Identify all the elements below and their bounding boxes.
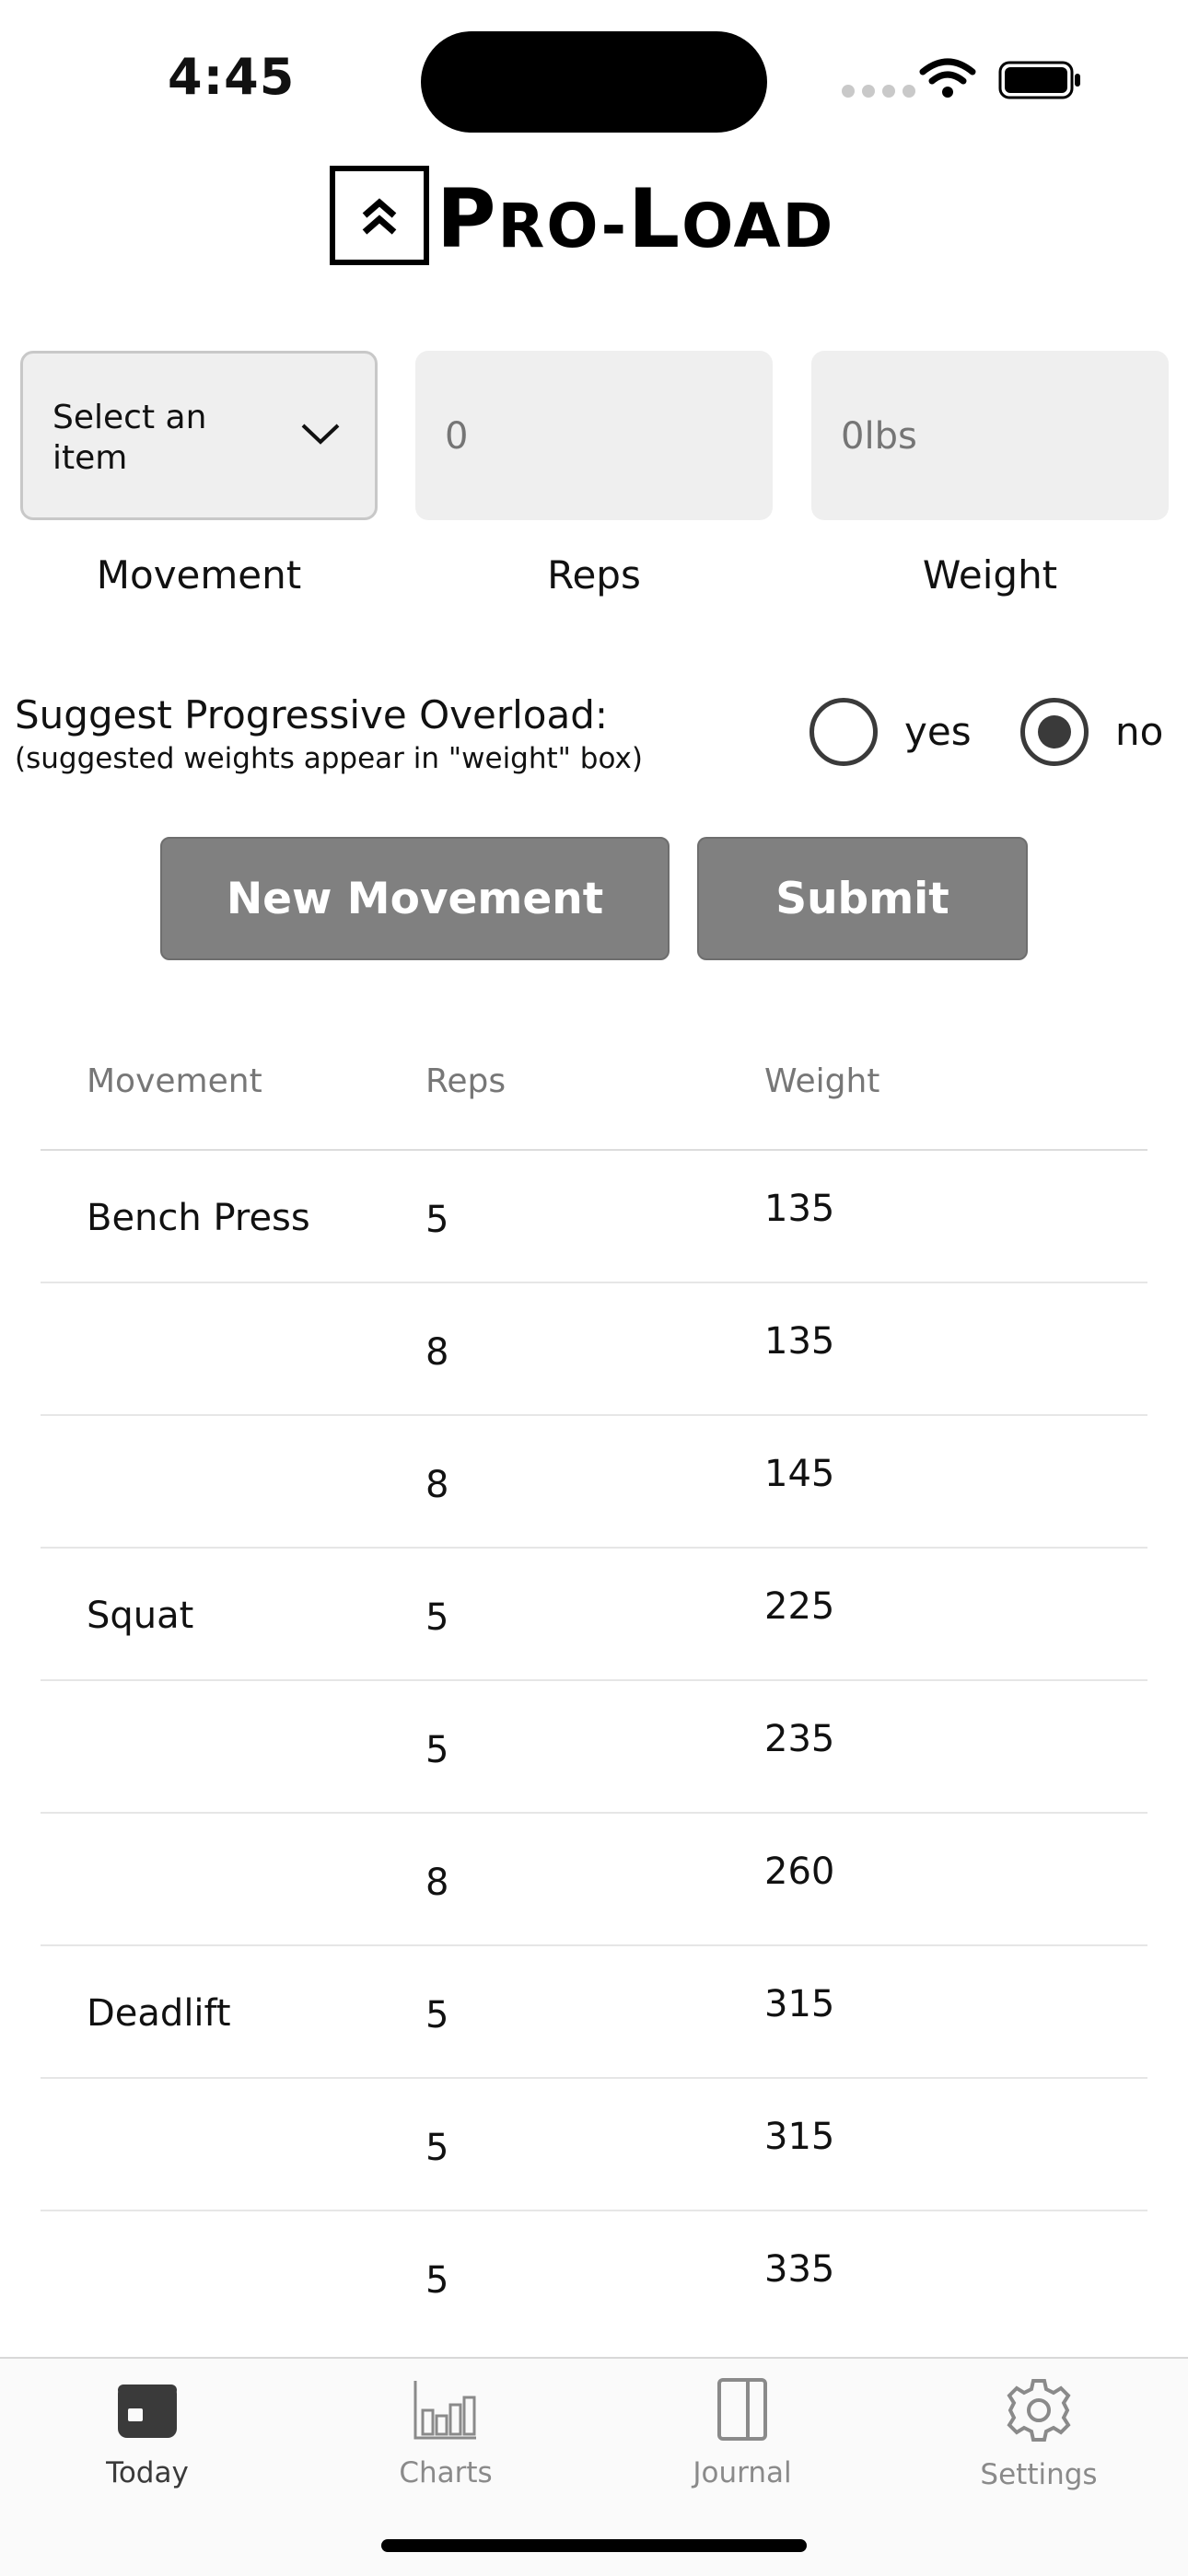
table-row: 5 235 xyxy=(41,1681,1147,1814)
weight-label: Weight xyxy=(922,552,1058,598)
row-weight: 135 xyxy=(764,1188,835,1230)
row-weight: 335 xyxy=(764,2248,835,2291)
table-row: 5 335 xyxy=(41,2211,1147,2342)
battery-icon xyxy=(998,61,1080,99)
tab-journal[interactable]: Journal xyxy=(623,2377,862,2489)
row-reps: 5 xyxy=(425,1994,449,2036)
app-logo-text: PRO-LOAD xyxy=(437,171,835,266)
header-weight: Weight xyxy=(764,1062,880,1100)
tab-charts-label: Charts xyxy=(399,2456,493,2489)
tab-today[interactable]: Today xyxy=(28,2377,267,2489)
submit-button[interactable]: Submit xyxy=(697,837,1028,960)
row-movement: Bench Press xyxy=(87,1197,310,1239)
row-weight: 225 xyxy=(764,1585,835,1628)
weight-input[interactable] xyxy=(839,351,1137,522)
header-movement: Movement xyxy=(87,1062,262,1100)
movement-select-value: Select an item xyxy=(52,399,207,477)
table-row: 8 135 xyxy=(41,1283,1147,1416)
overload-title: Suggest Progressive Overload: xyxy=(15,692,609,737)
reps-input[interactable] xyxy=(443,351,741,522)
chevron-down-icon xyxy=(301,424,340,445)
row-weight: 235 xyxy=(764,1718,835,1760)
table-row: Squat 5 225 xyxy=(41,1549,1147,1681)
reps-field[interactable] xyxy=(415,351,773,522)
overload-yes-radio[interactable] xyxy=(809,698,878,766)
cellular-signal-icon xyxy=(842,85,915,98)
row-reps: 5 xyxy=(425,1199,449,1241)
reps-label: Reps xyxy=(547,552,641,598)
overload-subtitle: (suggested weights appear in "weight" bo… xyxy=(15,742,643,775)
row-reps: 5 xyxy=(425,2259,449,2302)
row-weight: 315 xyxy=(764,1983,835,2025)
movement-label: Movement xyxy=(96,552,302,598)
new-movement-button[interactable]: New Movement xyxy=(160,837,670,960)
row-reps: 5 xyxy=(425,1729,449,1771)
status-time: 4:45 xyxy=(168,48,296,106)
table-row: 5 315 xyxy=(41,2079,1147,2211)
bar-chart-icon xyxy=(413,2381,476,2440)
book-icon xyxy=(717,2378,767,2441)
dynamic-island xyxy=(421,31,767,133)
row-weight: 260 xyxy=(764,1851,835,1893)
row-reps: 5 xyxy=(425,2127,449,2169)
tab-settings[interactable]: Settings xyxy=(919,2377,1159,2491)
movement-select[interactable]: Select an item xyxy=(20,351,378,520)
table-row: Bench Press 5 135 xyxy=(41,1151,1147,1283)
row-movement: Deadlift xyxy=(87,1992,231,2035)
overload-no-radio[interactable] xyxy=(1020,698,1089,766)
workout-table: Movement Reps Weight Bench Press 5 135 8… xyxy=(41,1020,1147,2342)
row-reps: 8 xyxy=(425,1464,449,1506)
overload-yes-label[interactable]: yes xyxy=(904,709,972,754)
row-weight: 135 xyxy=(764,1320,835,1363)
tab-journal-label: Journal xyxy=(693,2456,792,2489)
gear-icon xyxy=(1007,2379,1071,2442)
table-row: Deadlift 5 315 xyxy=(41,1946,1147,2079)
wifi-icon xyxy=(919,58,976,98)
header-reps: Reps xyxy=(425,1062,507,1100)
row-weight: 145 xyxy=(764,1453,835,1495)
radio-selected-dot xyxy=(1038,715,1071,748)
double-chevron-up-icon xyxy=(362,198,397,235)
overload-no-label[interactable]: no xyxy=(1115,709,1163,754)
weight-field[interactable] xyxy=(811,351,1169,522)
tab-today-label: Today xyxy=(106,2456,189,2489)
row-reps: 8 xyxy=(425,1331,449,1374)
row-weight: 315 xyxy=(764,2116,835,2158)
table-row: 8 260 xyxy=(41,1814,1147,1946)
logo-mark xyxy=(330,166,429,265)
row-movement: Squat xyxy=(87,1595,194,1637)
tab-settings-label: Settings xyxy=(980,2458,1098,2491)
table-header: Movement Reps Weight xyxy=(41,1020,1147,1151)
table-row: 8 145 xyxy=(41,1416,1147,1549)
row-reps: 5 xyxy=(425,1596,449,1639)
calendar-icon xyxy=(118,2385,177,2438)
tab-charts[interactable]: Charts xyxy=(326,2377,565,2489)
home-indicator[interactable] xyxy=(381,2539,807,2552)
row-reps: 8 xyxy=(425,1862,449,1904)
